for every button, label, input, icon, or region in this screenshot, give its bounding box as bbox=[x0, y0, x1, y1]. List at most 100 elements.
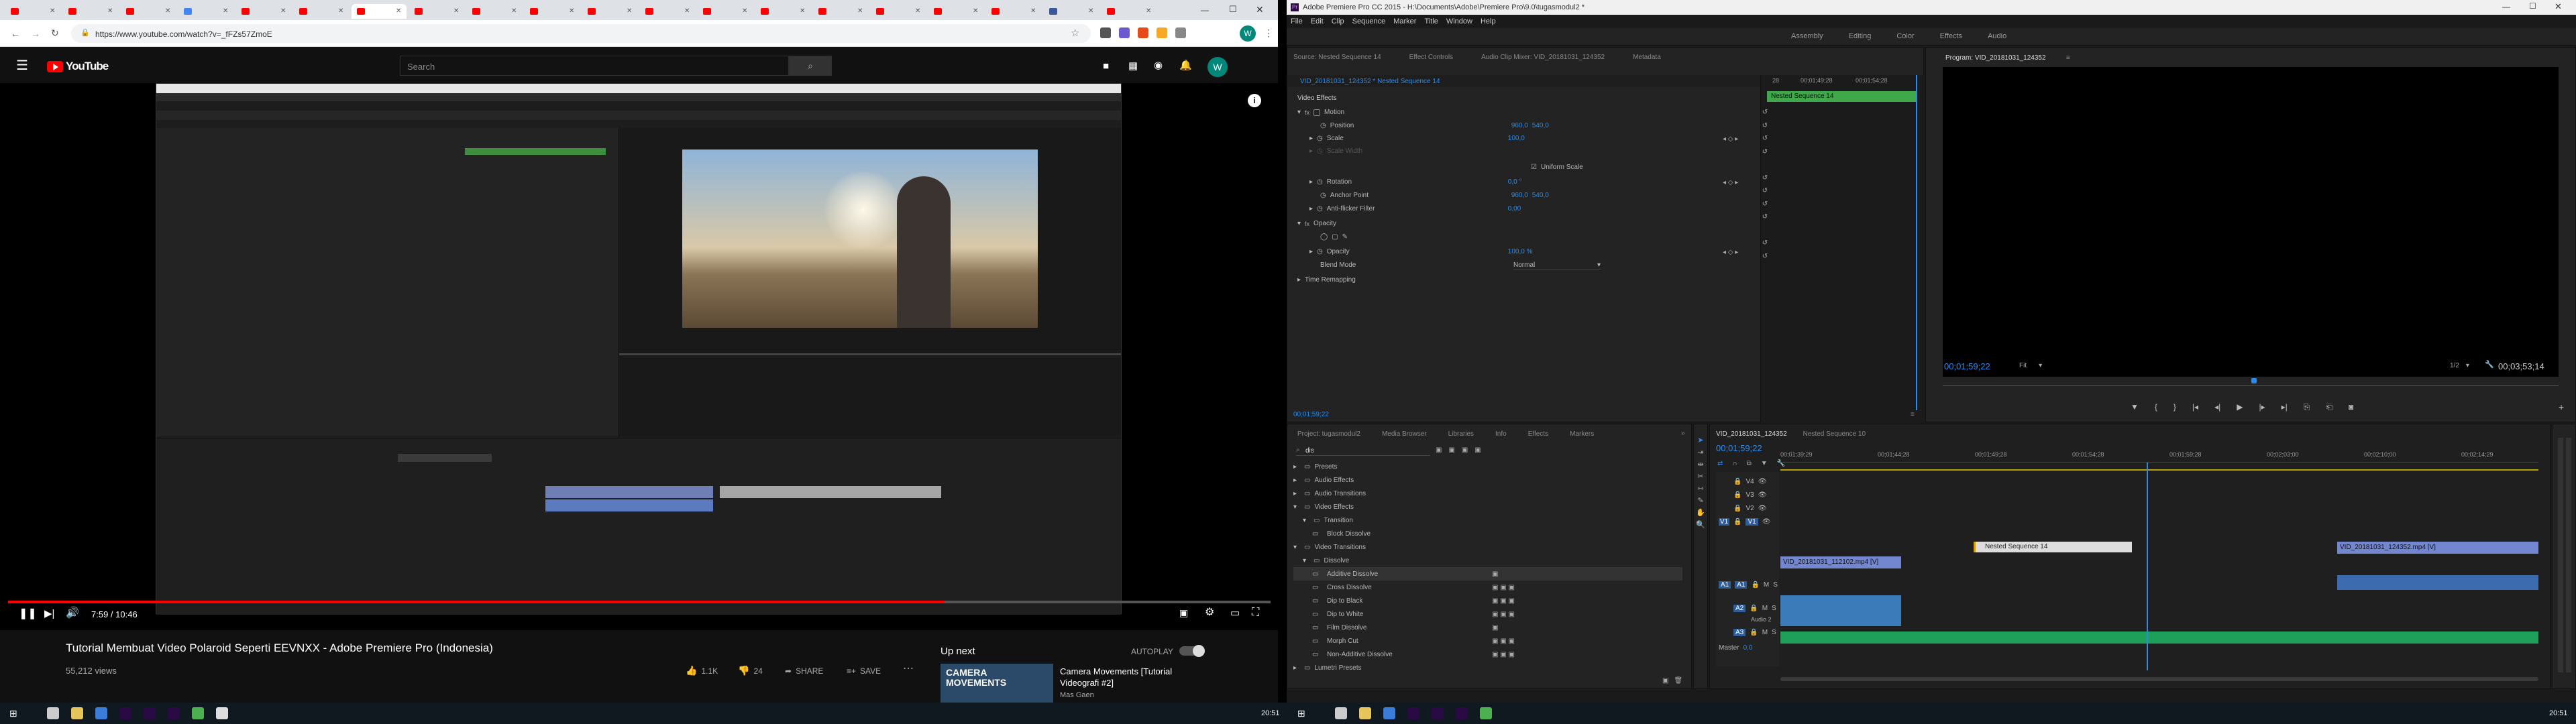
reset-parameter-icons[interactable]: ↺ ↺ ↺ ↺ ↺ ↺ ↺ ↺ ↺ ↺ bbox=[1760, 106, 1770, 267]
sync-lock-icon[interactable]: 🔒 bbox=[1733, 491, 1741, 499]
anchor-point-row[interactable]: ◷ Anchor Point 960,0 540,0 bbox=[1320, 189, 1549, 202]
source-patch[interactable]: V1 bbox=[1719, 518, 1729, 526]
program-scrub-bar[interactable] bbox=[1943, 377, 2559, 386]
clip-a2-audio[interactable] bbox=[1780, 595, 1901, 626]
lift-icon[interactable]: ⎘ bbox=[2304, 402, 2310, 412]
toggle-output-icon[interactable]: 👁 bbox=[1758, 505, 1767, 512]
position-y-value[interactable]: 540,0 bbox=[1532, 122, 1549, 129]
taskbar-clock-right[interactable]: 20:51 bbox=[2549, 710, 2568, 717]
program-resolution-select[interactable]: 1/2 ▾ bbox=[2450, 362, 2469, 369]
timeline-playhead[interactable] bbox=[2147, 463, 2148, 670]
browser-tab[interactable]: ✕ bbox=[63, 4, 118, 19]
effects-filter-icons[interactable]: ▣ ▣ ▣ ▣ bbox=[1436, 446, 1481, 454]
taskbar-apps-right[interactable] bbox=[1335, 707, 1492, 719]
video-track-headers[interactable]: 🔒 V4 👁 🔒 V3 👁 🔒 V2 👁 V1 🔒 V1 👁 bbox=[1719, 475, 1779, 528]
pr-menu-item[interactable]: Sequence bbox=[1352, 17, 1386, 25]
video-info-icon[interactable]: i bbox=[1248, 94, 1261, 107]
effects-tree-item[interactable]: ▭ Morph Cut ▣ ▣ ▣ bbox=[1293, 634, 1682, 648]
panel-tab[interactable]: Media Browser bbox=[1382, 430, 1427, 438]
tab-close-icon[interactable]: ✕ bbox=[1146, 7, 1151, 15]
pr-menu-item[interactable]: Help bbox=[1481, 17, 1496, 25]
clip-a1-b[interactable] bbox=[2337, 575, 2538, 590]
timeline-tabs[interactable]: VID_20181031_124352 Nested Sequence 10 bbox=[1716, 430, 1866, 438]
video-track-header[interactable]: 🔒 V4 👁 bbox=[1719, 475, 1779, 488]
reload-icon[interactable]: ↻ bbox=[51, 28, 59, 38]
maximize-icon[interactable]: ☐ bbox=[1229, 5, 1237, 13]
workspace-tab[interactable]: Color bbox=[1896, 32, 1914, 40]
extension-icons[interactable] bbox=[1100, 27, 1186, 38]
wrench-settings-icon[interactable]: 🔧 bbox=[2485, 361, 2494, 369]
timeline-zoom-scroll[interactable] bbox=[1780, 677, 2538, 681]
profile-avatar[interactable]: W bbox=[1240, 25, 1256, 42]
rectangle-mask-icon[interactable]: ▢ bbox=[1332, 233, 1338, 241]
checkbox-checked-icon[interactable]: ☑ bbox=[1531, 164, 1537, 171]
audio-track-headers[interactable]: A1 A1 🔒 M S A2 🔒 M S A3 🔒 M S Master 0,0 bbox=[1719, 577, 1779, 654]
toggle-output-icon[interactable]: 👁 bbox=[1758, 491, 1767, 499]
pr-menu-bar[interactable]: File Edit Clip Sequence Marker Title Window Hel… bbox=[1291, 17, 1496, 25]
anti-flicker-value[interactable]: 0,00 bbox=[1508, 205, 1521, 213]
tab-close-icon[interactable]: ✕ bbox=[165, 7, 170, 15]
tab-close-icon[interactable]: ✕ bbox=[627, 7, 632, 15]
scale-value[interactable]: 100,0 bbox=[1508, 135, 1525, 142]
panel-tab[interactable]: Source: Nested Sequence 14 bbox=[1293, 54, 1381, 61]
selection-tool-icon[interactable]: ➤ bbox=[1697, 436, 1703, 444]
expand-arrow-icon[interactable]: ▸ bbox=[1309, 205, 1313, 213]
expand-arrow-icon[interactable]: ▾ bbox=[1297, 109, 1301, 116]
keyframe-nav-scale-icon[interactable]: ◂ ◇ ▸ bbox=[1723, 136, 1738, 143]
panel-tab[interactable]: Libraries bbox=[1448, 430, 1474, 438]
ec-panel-menu-icon[interactable]: ≡ bbox=[1911, 412, 1915, 418]
rotation-value[interactable]: 0,0 ° bbox=[1508, 178, 1522, 186]
youtube-logo[interactable]: YouTube bbox=[47, 60, 109, 73]
add-marker-icon[interactable]: ▼ bbox=[2131, 402, 2139, 412]
browser-tab[interactable]: ✕ bbox=[178, 4, 233, 19]
fullscreen-icon[interactable]: ⛶ bbox=[1252, 607, 1259, 618]
ellipse-mask-icon[interactable]: ◯ bbox=[1320, 233, 1328, 241]
workspace-tab[interactable]: Assembly bbox=[1791, 32, 1823, 40]
pr-top-tabs[interactable]: Source: Nested Sequence 14 Effect Control… bbox=[1293, 54, 1661, 61]
start-windows-icon[interactable]: ⊞ bbox=[9, 709, 17, 718]
effects-tree-item[interactable]: ▾ ▭ Dissolve bbox=[1293, 554, 1682, 567]
panel-tab[interactable]: Effect Controls bbox=[1409, 54, 1453, 61]
browser-tab[interactable]: ✕ bbox=[467, 4, 522, 19]
workspace-tab[interactable]: Effects bbox=[1940, 32, 1962, 40]
theater-mode-icon[interactable]: ▭ bbox=[1230, 608, 1240, 618]
program-panel-menu-icon[interactable]: ≡ bbox=[2066, 55, 2070, 62]
yt-search-button[interactable]: ⌕ bbox=[789, 56, 832, 76]
pr-menu-item[interactable]: Window bbox=[1446, 17, 1472, 25]
browser-tab[interactable]: ✕ bbox=[1044, 4, 1099, 19]
workspace-tab[interactable]: Audio bbox=[1988, 32, 2006, 40]
effects-tree-item[interactable]: ▭ Film Dissolve ▣ bbox=[1293, 621, 1682, 634]
clip-nested-sequence[interactable]: Nested Sequence 14 bbox=[1974, 542, 2132, 552]
yt-avatar[interactable]: W bbox=[1208, 57, 1228, 77]
fx-badge-icon[interactable]: fx bbox=[1305, 221, 1309, 227]
next-video-thumbnail[interactable]: CAMERA MOVEMENTS bbox=[941, 664, 1053, 703]
bookmark-star-icon[interactable]: ☆ bbox=[1071, 28, 1079, 38]
scale-row[interactable]: ▸ ◷ Scale 100,0 bbox=[1309, 132, 1525, 145]
stopwatch-icon[interactable]: ◷ bbox=[1317, 178, 1323, 186]
opacity-row[interactable]: ▸ ◷ Opacity 100,0 % bbox=[1309, 245, 1532, 258]
play-icon[interactable]: ▶ bbox=[2237, 402, 2243, 412]
notifications-bell-icon[interactable]: 🔔 bbox=[1179, 60, 1192, 70]
expand-arrow-icon[interactable]: ▾ bbox=[1297, 220, 1301, 227]
clip-v1-b[interactable]: VID_20181031_124352.mp4 [V] bbox=[2337, 542, 2538, 554]
tab-close-icon[interactable]: ✕ bbox=[684, 7, 690, 15]
browser-tab[interactable]: ✕ bbox=[928, 4, 983, 19]
stopwatch-icon[interactable]: ◷ bbox=[1317, 135, 1323, 142]
stopwatch-icon[interactable]: ◷ bbox=[1317, 248, 1323, 255]
forward-icon[interactable]: → bbox=[31, 29, 40, 38]
browser-tab[interactable]: ✕ bbox=[640, 4, 695, 19]
browser-tab[interactable]: ✕ bbox=[525, 4, 580, 19]
share-button[interactable]: ➦ SHARE bbox=[785, 666, 823, 676]
browser-tab[interactable]: ✕ bbox=[5, 4, 60, 19]
position-x-value[interactable]: 960,0 bbox=[1511, 122, 1528, 129]
panel-tab[interactable]: Effects bbox=[1528, 430, 1548, 438]
go-to-in-icon[interactable]: |◂ bbox=[2192, 402, 2198, 412]
tab-close-icon[interactable]: ✕ bbox=[453, 7, 459, 15]
subtitles-icon[interactable]: ▣ bbox=[1179, 608, 1188, 617]
expand-arrow-icon[interactable]: ▸ bbox=[1309, 135, 1313, 142]
timeline-tab-active[interactable]: VID_20181031_124352 bbox=[1716, 430, 1787, 438]
browser-tabs[interactable]: ✕ ✕ ✕ ✕ ✕ ✕ ✕ ✕ ✕ ✕ ✕ ✕ ✕ ✕ ✕ ✕ ✕ ✕ ✕ ✕ bbox=[5, 4, 1157, 19]
effects-tree-item[interactable]: ▭ Dip to White ▣ ▣ ▣ bbox=[1293, 607, 1682, 621]
panel-tab[interactable]: Info bbox=[1495, 430, 1507, 438]
button-editor-plus-icon[interactable]: + bbox=[2559, 402, 2564, 412]
